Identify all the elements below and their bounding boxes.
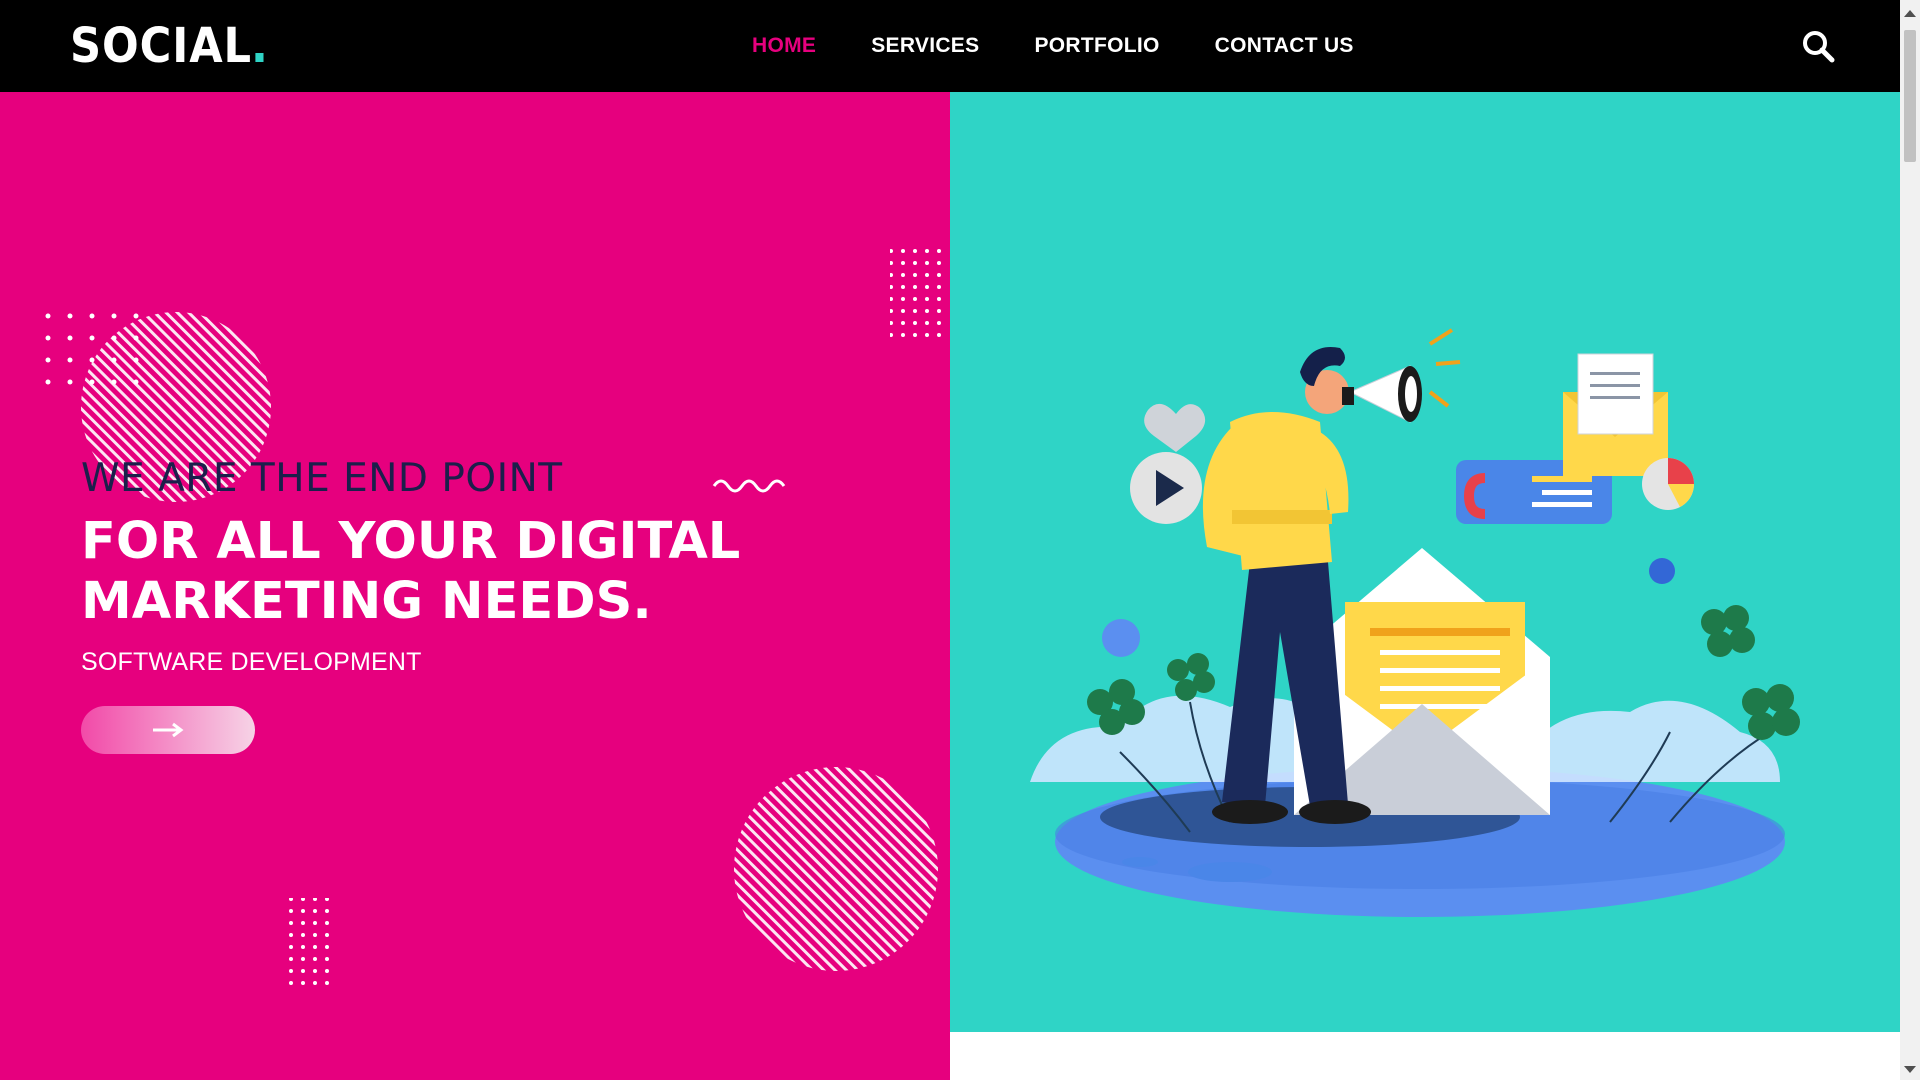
scrollbar-thumb[interactable]: [1904, 30, 1916, 162]
nav-home[interactable]: HOME: [752, 34, 816, 58]
striped-circle-decoration: [734, 767, 938, 971]
hero-headline-secondary: FOR ALL YOUR DIGITAL MARKETING NEEDS.: [81, 512, 741, 631]
hero-tagline: SOFTWARE DEVELOPMENT: [81, 648, 422, 676]
hero-left-panel: WE ARE THE END POINT FOR ALL YOUR DIGITA…: [0, 92, 950, 1080]
page-scrollbar[interactable]: [1900, 0, 1920, 1080]
dot-grid-decoration: [281, 898, 337, 988]
search-button[interactable]: [1800, 28, 1836, 64]
top-navbar: SOCIAL HOME SERVICES PORTFOLIO CONTACT U…: [0, 0, 1900, 92]
nav-portfolio[interactable]: PORTFOLIO: [1034, 34, 1159, 58]
brand-logo[interactable]: SOCIAL: [70, 18, 264, 74]
arrow-right-icon: [153, 722, 184, 738]
dot-grid-decoration: [890, 247, 948, 342]
hero-right-panel: [950, 92, 1900, 1032]
main-nav: HOME SERVICES PORTFOLIO CONTACT US: [752, 0, 1409, 92]
wave-decoration: [712, 479, 786, 493]
hero-headline-primary: WE ARE THE END POINT: [81, 456, 563, 501]
logo-accent-dot: [255, 53, 264, 62]
content-below-hero: [950, 1032, 1900, 1080]
search-icon: [1803, 31, 1835, 63]
scroll-down-arrow-icon[interactable]: [1904, 1066, 1916, 1073]
hero-cta-button[interactable]: [81, 706, 255, 754]
nav-services[interactable]: SERVICES: [871, 34, 979, 58]
marketing-illustration: [1030, 328, 1800, 917]
nav-contact-us[interactable]: CONTACT US: [1215, 34, 1354, 58]
logo-text: SOCIAL: [70, 18, 252, 74]
scroll-up-arrow-icon[interactable]: [1904, 10, 1916, 17]
